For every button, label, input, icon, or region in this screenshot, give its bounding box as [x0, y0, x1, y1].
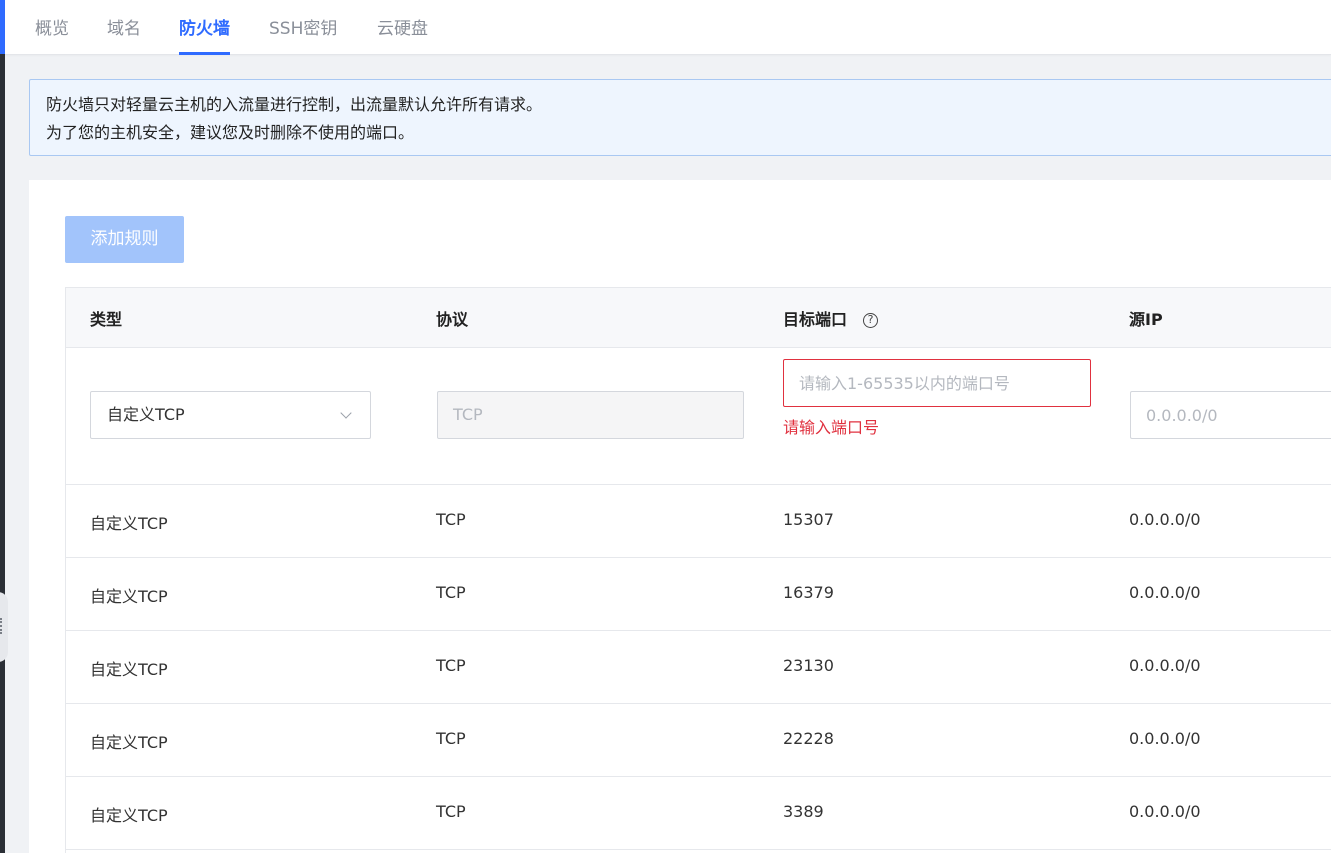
- cell-type: 自定义TCP: [90, 660, 168, 679]
- notice-line-2: 为了您的主机安全，建议您及时删除不使用的端口。: [46, 123, 415, 142]
- table-row: 自定义TCP TCP 22228 0.0.0.0/0: [66, 704, 1331, 777]
- question-circle-icon[interactable]: ?: [863, 313, 879, 328]
- rule-type-value: 自定义TCP: [107, 405, 185, 424]
- tab-overview[interactable]: 概览: [35, 14, 69, 54]
- protocol-field: TCP: [437, 391, 744, 439]
- notice-line-1: 防火墙只对轻量云主机的入流量进行控制，出流量默认允许所有请求。: [46, 95, 543, 114]
- header-type: 类型: [90, 310, 123, 329]
- firewall-notice: 防火墙只对轻量云主机的入流量进行控制，出流量默认允许所有请求。 为了您的主机安全…: [29, 79, 1331, 156]
- cell-source-ip: 0.0.0.0/0: [1129, 583, 1201, 602]
- port-input[interactable]: [783, 359, 1091, 407]
- tab-cloud-disk[interactable]: 云硬盘: [377, 14, 428, 54]
- firewall-rules-table: 类型 协议 目标端口? 源IP 自定义TCP TCP 请输入端口号 自定义TCP…: [65, 287, 1331, 853]
- cell-protocol: TCP: [436, 583, 466, 602]
- left-sidebar-edge: [0, 0, 5, 853]
- cell-port: 15307: [783, 510, 834, 529]
- header-port: 目标端口: [783, 310, 848, 329]
- cell-type: 自定义TCP: [90, 806, 168, 825]
- header-port-wrap: 目标端口?: [783, 306, 879, 330]
- cell-port: 22228: [783, 729, 834, 748]
- header-source-ip: 源IP: [1129, 310, 1163, 329]
- rule-type-select[interactable]: 自定义TCP: [90, 391, 371, 439]
- cell-type: 自定义TCP: [90, 514, 168, 533]
- tab-domain[interactable]: 域名: [107, 14, 141, 54]
- cell-source-ip: 0.0.0.0/0: [1129, 510, 1201, 529]
- table-row: 自定义TCP TCP 23130 0.0.0.0/0: [66, 631, 1331, 704]
- table-row: 自定义TCP TCP 16379 0.0.0.0/0: [66, 558, 1331, 631]
- table-row: 自定义TCP TCP 3389 0.0.0.0/0: [66, 777, 1331, 850]
- chevron-down-icon: [340, 407, 352, 419]
- cell-port: 16379: [783, 583, 834, 602]
- source-ip-input[interactable]: [1130, 391, 1331, 439]
- table-row: 自定义TCP TCP 15307 0.0.0.0/0: [66, 485, 1331, 558]
- port-error-message: 请输入端口号: [783, 418, 880, 437]
- grip-icon: [0, 618, 3, 634]
- table-header: 类型 协议 目标端口? 源IP: [66, 288, 1331, 348]
- add-rule-button[interactable]: 添加规则: [65, 216, 184, 263]
- cell-source-ip: 0.0.0.0/0: [1129, 656, 1201, 675]
- tab-firewall[interactable]: 防火墙: [179, 14, 230, 55]
- cell-protocol: TCP: [436, 656, 466, 675]
- sidebar-collapse-handle[interactable]: [0, 592, 8, 662]
- cell-port: 3389: [783, 802, 824, 821]
- new-rule-row: 自定义TCP TCP 请输入端口号: [66, 348, 1331, 485]
- header-protocol: 协议: [436, 310, 469, 329]
- cell-type: 自定义TCP: [90, 733, 168, 752]
- cell-protocol: TCP: [436, 729, 466, 748]
- cell-port: 23130: [783, 656, 834, 675]
- cell-source-ip: 0.0.0.0/0: [1129, 802, 1201, 821]
- rules-panel: 添加规则 类型 协议 目标端口? 源IP 自定义TCP TCP 请输入端口号 自…: [29, 180, 1331, 853]
- cell-type: 自定义TCP: [90, 587, 168, 606]
- cell-protocol: TCP: [436, 802, 466, 821]
- tab-bar: 概览 域名 防火墙 SSH密钥 云硬盘: [5, 0, 1331, 55]
- tab-ssh-key[interactable]: SSH密钥: [269, 14, 337, 54]
- cell-protocol: TCP: [436, 510, 466, 529]
- cell-source-ip: 0.0.0.0/0: [1129, 729, 1201, 748]
